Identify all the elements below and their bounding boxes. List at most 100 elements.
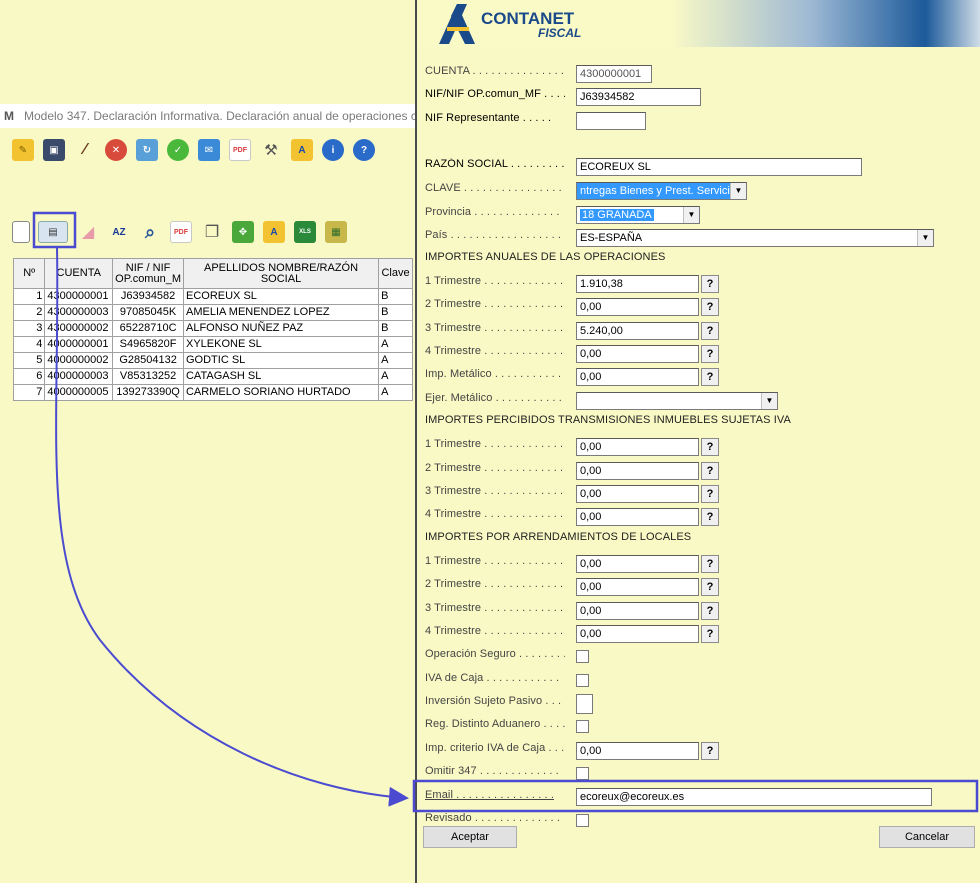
- s2-t1-help-button[interactable]: ?: [701, 438, 719, 456]
- t4-field[interactable]: 0,00: [576, 345, 699, 363]
- column-header-key[interactable]: Clave: [378, 258, 413, 289]
- s3-t4-field[interactable]: 0,00: [576, 625, 699, 643]
- nif-label: NIF/NIF OP.comun_MF . . . .: [425, 88, 565, 100]
- t2-help-button[interactable]: ?: [701, 298, 719, 316]
- provincia-select[interactable]: 18 GRANADA ▼: [576, 206, 700, 224]
- s3-t4-help-button[interactable]: ?: [701, 625, 719, 643]
- table-row[interactable]: 1 4300000001 J63934582 ECOREUX SL B: [12, 288, 413, 305]
- t1-label: 1 Trimestre . . . . . . . . . . . . .: [425, 275, 564, 287]
- t4-help-button[interactable]: ?: [701, 345, 719, 363]
- help-icon[interactable]: ?: [353, 139, 375, 161]
- s2-t4-help-button[interactable]: ?: [701, 508, 719, 526]
- window-title: Modelo 347. Declaración Informativa. Dec…: [24, 109, 415, 123]
- iva-caja-checkbox[interactable]: [576, 674, 589, 687]
- pais-select[interactable]: ES-ESPAÑA ▼: [576, 229, 934, 247]
- ejercicio-metalico-select[interactable]: ▼: [576, 392, 778, 410]
- s3-t2-field[interactable]: 0,00: [576, 578, 699, 596]
- nif-field[interactable]: J63934582: [576, 88, 701, 106]
- criterio-iva-caja-field[interactable]: 0,00: [576, 742, 699, 760]
- clave-select[interactable]: ntregas Bienes y Prest. Servicios ▼: [576, 182, 747, 200]
- cell-account: 4000000002: [44, 352, 114, 369]
- table-row[interactable]: 5 4000000002 G28504132 GODTIC SL A: [12, 352, 413, 369]
- s3-t1-field[interactable]: 0,00: [576, 555, 699, 573]
- s2-t3-field[interactable]: 0,00: [576, 485, 699, 503]
- section-arrendamientos-locales: IMPORTES POR ARRENDAMIENTOS DE LOCALES: [425, 531, 692, 543]
- cancel-button[interactable]: Cancelar: [879, 826, 975, 848]
- column-header-number[interactable]: Nº: [12, 258, 46, 289]
- omitir-347-checkbox[interactable]: [576, 767, 589, 780]
- s3-t3-help-button[interactable]: ?: [701, 602, 719, 620]
- cuenta-field[interactable]: 4300000001: [576, 65, 652, 83]
- metalico-field[interactable]: 0,00: [576, 368, 699, 386]
- table-row[interactable]: 2 4300000003 97085045K AMELIA MENENDEZ L…: [12, 304, 413, 321]
- tools-icon[interactable]: ⚒: [260, 139, 282, 161]
- refresh-icon[interactable]: ↻: [136, 139, 158, 161]
- operacion-seguro-checkbox[interactable]: [576, 650, 589, 663]
- table-row[interactable]: 6 4000000003 V85313252 CATAGASH SL A: [12, 368, 413, 385]
- table-row[interactable]: 4 4000000001 S4965820F XYLEKONE SL A: [12, 336, 413, 353]
- column-header-nif[interactable]: NIF / NIF OP.comun_M: [112, 258, 184, 289]
- pdf-icon[interactable]: PDF: [170, 221, 192, 243]
- email-icon[interactable]: ✉: [198, 139, 220, 161]
- column-header-account[interactable]: CUENTA: [44, 258, 114, 289]
- accept-icon[interactable]: ✓: [167, 139, 189, 161]
- import-icon[interactable]: ▦: [325, 221, 347, 243]
- excel-icon[interactable]: XLS: [294, 221, 316, 243]
- tax-agency-icon[interactable]: A: [263, 221, 285, 243]
- nif-representante-field[interactable]: [576, 112, 646, 130]
- criterio-iva-caja-help-button[interactable]: ?: [701, 742, 719, 760]
- regimen-aduanero-checkbox[interactable]: [576, 720, 589, 733]
- razon-social-field[interactable]: ECOREUX SL: [576, 158, 862, 176]
- window-title-bar: M Modelo 347. Declaración Informativa. D…: [0, 104, 415, 128]
- t3-help-button[interactable]: ?: [701, 322, 719, 340]
- contanet-logo: CONTANET FISCAL: [439, 4, 581, 44]
- cell-name: AMELIA MENENDEZ LOPEZ: [182, 304, 380, 321]
- s3-t3-field[interactable]: 0,00: [576, 602, 699, 620]
- s3-t2-help-button[interactable]: ?: [701, 578, 719, 596]
- t1-help-button[interactable]: ?: [701, 275, 719, 293]
- pdf-icon[interactable]: PDF: [229, 139, 251, 161]
- magic-wand-icon[interactable]: ⁄: [74, 139, 96, 161]
- contact-card-icon[interactable]: ▤: [38, 221, 68, 243]
- s2-t4-field[interactable]: 0,00: [576, 508, 699, 526]
- edit-icon[interactable]: ✎: [12, 139, 34, 161]
- chevron-down-icon[interactable]: ▼: [683, 207, 699, 223]
- s2-t2-help-button[interactable]: ?: [701, 462, 719, 480]
- s2-t1-field[interactable]: 0,00: [576, 438, 699, 456]
- save-icon[interactable]: ▣: [43, 139, 65, 161]
- copy-icon[interactable]: ❐: [201, 221, 223, 243]
- chevron-down-icon[interactable]: ▼: [730, 183, 746, 199]
- cell-key: A: [378, 352, 413, 369]
- s3-t4-label: 4 Trimestre . . . . . . . . . . . . .: [425, 625, 564, 637]
- search-icon[interactable]: ⌕: [139, 221, 161, 243]
- t1-field[interactable]: 1.910,38: [576, 275, 699, 293]
- tax-agency-icon[interactable]: A: [291, 139, 313, 161]
- t4-label: 4 Trimestre . . . . . . . . . . . . .: [425, 345, 564, 357]
- new-document-icon[interactable]: ▯: [12, 221, 30, 243]
- metalico-label: Imp. Metálico . . . . . . . . . . .: [425, 368, 562, 380]
- accept-button[interactable]: Aceptar: [423, 826, 517, 848]
- expand-icon[interactable]: ✥: [232, 221, 254, 243]
- s2-t3-help-button[interactable]: ?: [701, 485, 719, 503]
- s3-t1-help-button[interactable]: ?: [701, 555, 719, 573]
- column-header-name[interactable]: APELLIDOS NOMBRE/RAZÓN SOCIAL: [182, 258, 380, 289]
- info-icon[interactable]: i: [322, 139, 344, 161]
- s2-t2-field[interactable]: 0,00: [576, 462, 699, 480]
- t3-field[interactable]: 5.240,00: [576, 322, 699, 340]
- provincia-value: 18 GRANADA: [580, 209, 654, 221]
- metalico-help-button[interactable]: ?: [701, 368, 719, 386]
- table-row[interactable]: 7 4000000005 139273390Q CARMELO SORIANO …: [12, 384, 413, 401]
- t2-field[interactable]: 0,00: [576, 298, 699, 316]
- sort-az-icon[interactable]: AZ: [108, 221, 130, 243]
- table-row[interactable]: 3 4300000002 65228710C ALFONSO NUÑEZ PAZ…: [12, 320, 413, 337]
- chevron-down-icon[interactable]: ▼: [761, 393, 777, 409]
- inversion-sujeto-pasivo-checkbox[interactable]: [576, 694, 593, 714]
- left-panel: M Modelo 347. Declaración Informativa. D…: [0, 0, 415, 883]
- s2-t2-label: 2 Trimestre . . . . . . . . . . . . .: [425, 462, 564, 474]
- email-field[interactable]: ecoreux@ecoreux.es: [576, 788, 932, 806]
- chevron-down-icon[interactable]: ▼: [917, 230, 933, 246]
- eraser-icon[interactable]: ◢: [77, 221, 99, 243]
- cancel-icon[interactable]: ✕: [105, 139, 127, 161]
- revisado-checkbox[interactable]: [576, 814, 589, 827]
- cell-account: 4300000003: [44, 304, 114, 321]
